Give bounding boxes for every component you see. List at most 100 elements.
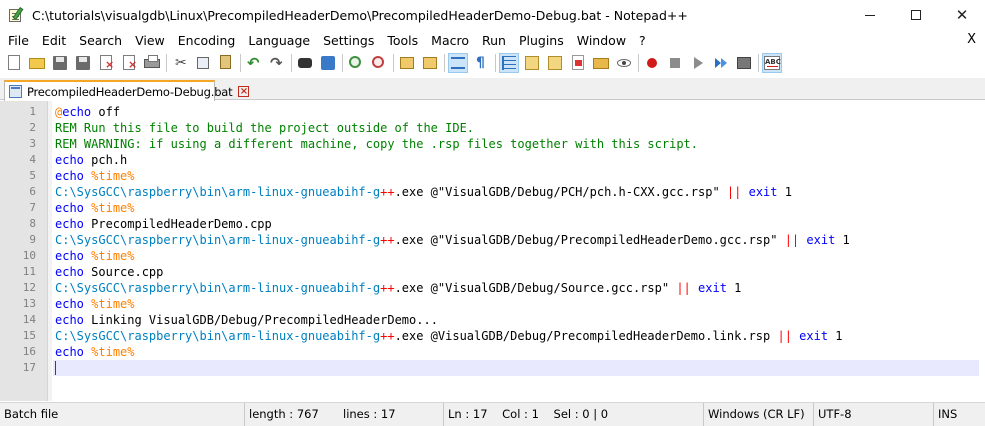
find-icon[interactable] [296, 54, 314, 72]
run-macro-multiple-icon[interactable] [712, 54, 730, 72]
print-icon[interactable] [143, 54, 161, 72]
close-window-button[interactable]: ✕ [939, 0, 985, 30]
code-token: 1 [835, 233, 850, 247]
line-number[interactable]: 2 [0, 120, 36, 136]
document-tab[interactable]: PrecompiledHeaderDemo-Debug.bat × [4, 80, 250, 101]
close-all-icon[interactable] [120, 54, 138, 72]
function-list-icon[interactable] [569, 54, 587, 72]
save-icon[interactable] [51, 54, 69, 72]
code-token: || [784, 233, 800, 247]
menu-run[interactable]: Run [475, 33, 512, 48]
monitoring-icon[interactable] [615, 54, 633, 72]
folder-as-workspace-icon[interactable] [592, 54, 610, 72]
line-number[interactable]: 4 [0, 152, 36, 168]
minimize-button[interactable] [847, 0, 893, 30]
undo-icon[interactable]: ↶ [245, 54, 263, 72]
status-insert-mode[interactable]: INS [933, 403, 985, 426]
menu-help[interactable]: ? [632, 33, 652, 48]
copy-icon[interactable] [194, 54, 212, 72]
code-line[interactable]: echo %time% [55, 296, 135, 312]
line-number-gutter: 1 2 3 4 5 6 7 8 9 10 11 12 13 14 15 16 17 [0, 101, 48, 401]
line-number[interactable]: 12 [0, 280, 36, 296]
vertical-scrollbar[interactable] [979, 101, 985, 401]
line-number[interactable]: 16 [0, 344, 36, 360]
line-number[interactable]: 6 [0, 184, 36, 200]
indent-guide-icon[interactable] [499, 53, 519, 73]
code-line[interactable]: echo Source.cpp [55, 264, 163, 280]
replace-icon[interactable] [319, 54, 337, 72]
show-all-characters-icon[interactable]: ¶ [472, 54, 490, 72]
spell-check-icon[interactable]: ABC [762, 53, 782, 73]
open-file-icon[interactable] [28, 54, 46, 72]
code-token: echo [55, 153, 84, 167]
line-number[interactable]: 10 [0, 248, 36, 264]
line-number[interactable]: 5 [0, 168, 36, 184]
line-number[interactable]: 11 [0, 264, 36, 280]
cut-icon[interactable]: ✂ [171, 54, 189, 72]
code-line[interactable]: C:\SysGCC\raspberry\bin\arm-linux-gnueab… [55, 184, 792, 200]
fold-margin[interactable] [48, 101, 52, 401]
save-all-icon[interactable] [74, 54, 92, 72]
maximize-button[interactable] [893, 0, 939, 30]
menu-settings[interactable]: Settings [316, 33, 380, 48]
close-file-icon[interactable] [97, 54, 115, 72]
line-number[interactable]: 3 [0, 136, 36, 152]
menu-edit[interactable]: Edit [35, 33, 72, 48]
toolbar-separator [240, 54, 241, 72]
menu-language[interactable]: Language [241, 33, 316, 48]
code-token: REM Run this file to build the project o… [55, 121, 475, 135]
line-number[interactable]: 7 [0, 200, 36, 216]
line-number[interactable]: 17 [0, 360, 36, 376]
menu-macro[interactable]: Macro [424, 33, 475, 48]
code-line[interactable]: echo %time% [55, 344, 135, 360]
new-file-icon[interactable] [5, 54, 23, 72]
redo-icon[interactable]: ↷ [268, 54, 286, 72]
stop-recording-icon[interactable] [666, 54, 684, 72]
sync-vertical-icon[interactable] [398, 54, 416, 72]
line-number[interactable]: 8 [0, 216, 36, 232]
code-line[interactable]: echo %time% [55, 248, 135, 264]
menu-tools[interactable]: Tools [380, 33, 424, 48]
line-number[interactable]: 9 [0, 232, 36, 248]
menu-view[interactable]: View [128, 33, 171, 48]
playback-macro-icon[interactable] [689, 54, 707, 72]
close-document-button[interactable]: X [967, 32, 976, 47]
close-icon: ✕ [955, 6, 969, 24]
code-line[interactable]: echo %time% [55, 168, 135, 184]
code-line[interactable]: C:\SysGCC\raspberry\bin\arm-linux-gnueab… [55, 328, 843, 344]
code-line[interactable]: REM Run this file to build the project o… [55, 120, 474, 136]
status-encoding[interactable]: UTF-8 [813, 403, 933, 426]
code-token: ++ [380, 185, 395, 199]
line-number[interactable]: 14 [0, 312, 36, 328]
paste-icon[interactable] [217, 54, 235, 72]
code-line[interactable]: REM WARNING: if using a different machin… [55, 136, 698, 152]
editor-area[interactable]: 1 2 3 4 5 6 7 8 9 10 11 12 13 14 15 16 17 @echo off REM R… [0, 101, 985, 401]
code-line[interactable]: echo %time% [55, 200, 135, 216]
code-line[interactable]: echo pch.h [55, 152, 127, 168]
code-token: %time% [91, 249, 135, 263]
close-tab-icon[interactable]: × [238, 86, 250, 97]
line-number[interactable]: 13 [0, 296, 36, 312]
code-line[interactable]: C:\SysGCC\raspberry\bin\arm-linux-gnueab… [55, 232, 850, 248]
zoom-in-icon[interactable] [347, 54, 365, 72]
status-line-endings[interactable]: Windows (CR LF) [703, 403, 813, 426]
code-line[interactable]: echo Linking VisualGDB/Debug/Precompiled… [55, 312, 438, 328]
save-macro-icon[interactable] [735, 54, 753, 72]
sync-horizontal-icon[interactable] [421, 54, 439, 72]
menu-file[interactable]: File [0, 33, 35, 48]
code-line[interactable]: C:\SysGCC\raspberry\bin\arm-linux-gnueab… [55, 280, 741, 296]
record-macro-icon[interactable] [643, 54, 661, 72]
notepad-plus-plus-app-icon[interactable] [8, 7, 24, 23]
menu-encoding[interactable]: Encoding [171, 33, 242, 48]
menu-search[interactable]: Search [72, 33, 128, 48]
user-defined-language-icon[interactable] [523, 54, 541, 72]
code-line[interactable]: @echo off [55, 104, 120, 120]
menu-plugins[interactable]: Plugins [512, 33, 570, 48]
line-number[interactable]: 1 [0, 104, 36, 120]
line-number[interactable]: 15 [0, 328, 36, 344]
code-line[interactable]: echo PrecompiledHeaderDemo.cpp [55, 216, 272, 232]
document-map-icon[interactable] [546, 54, 564, 72]
menu-window[interactable]: Window [570, 33, 632, 48]
word-wrap-icon[interactable] [448, 53, 468, 73]
zoom-out-icon[interactable] [370, 54, 388, 72]
